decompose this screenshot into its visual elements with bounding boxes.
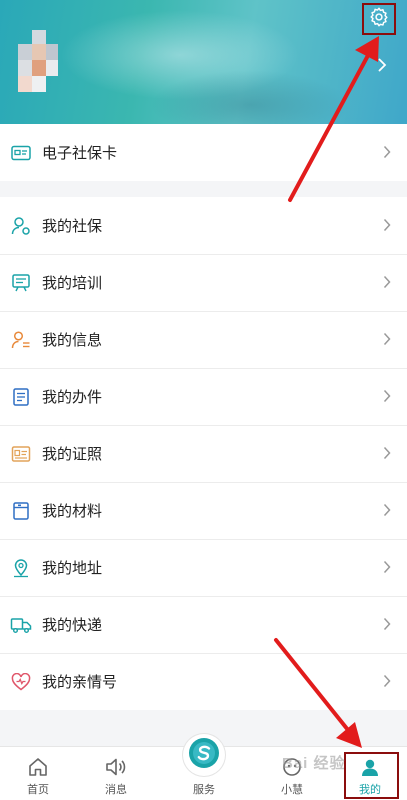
chevron-right-icon (383, 617, 391, 636)
menu-item-label: 我的社保 (42, 218, 103, 235)
menu-item-address[interactable]: 我的地址 (0, 539, 407, 596)
document-icon (10, 386, 32, 408)
location-icon (10, 557, 32, 579)
service-logo-icon (188, 737, 220, 774)
card-section: 电子社保卡 (0, 124, 407, 181)
menu-item-materials[interactable]: 我的材料 (0, 482, 407, 539)
chevron-right-icon (383, 446, 391, 465)
menu-item-label: 电子社保卡 (42, 145, 118, 162)
folder-icon (10, 500, 32, 522)
menu-item-social-security[interactable]: 我的社保 (0, 197, 407, 254)
tab-messages[interactable]: 消息 (86, 747, 146, 800)
chevron-right-icon[interactable] (378, 58, 387, 77)
card-icon (10, 142, 32, 164)
menu-item-family-number[interactable]: 我的亲情号 (0, 653, 407, 710)
person-badge-icon (10, 215, 32, 237)
chevron-right-icon (383, 503, 391, 522)
chevron-right-icon (383, 674, 391, 693)
menu-item-express[interactable]: 我的快递 (0, 596, 407, 653)
chevron-right-icon (383, 332, 391, 351)
menu-item-social-card[interactable]: 电子社保卡 (0, 124, 407, 181)
speaker-icon (104, 755, 128, 779)
chevron-right-icon (383, 218, 391, 237)
menu-item-label: 我的办件 (42, 389, 103, 406)
tab-label: 消息 (105, 784, 127, 796)
watermark: Bai 经验 (282, 755, 346, 772)
chevron-right-icon (383, 275, 391, 294)
chevron-right-icon (383, 389, 391, 408)
id-card-icon (10, 443, 32, 465)
menu-item-training[interactable]: 我的培训 (0, 254, 407, 311)
menu-item-info[interactable]: 我的信息 (0, 311, 407, 368)
home-icon (27, 755, 49, 779)
truck-icon (10, 614, 32, 636)
menu-item-cases[interactable]: 我的办件 (0, 368, 407, 425)
menu-item-label: 我的培训 (42, 275, 103, 292)
tab-label: 小慧 (281, 784, 303, 796)
menu-item-label: 我的证照 (42, 446, 103, 463)
menu-item-label: 我的材料 (42, 503, 103, 520)
heart-icon (10, 671, 32, 693)
person-list-icon (10, 329, 32, 351)
chevron-right-icon (383, 560, 391, 579)
tab-label: 首页 (27, 784, 49, 796)
menu-item-label: 我的快递 (42, 617, 103, 634)
chevron-right-icon (383, 145, 391, 164)
tab-home[interactable]: 首页 (8, 747, 68, 800)
menu-item-label: 我的地址 (42, 560, 103, 577)
service-logo-button[interactable] (183, 734, 225, 776)
avatar[interactable] (14, 30, 58, 92)
settings-button[interactable] (362, 3, 396, 35)
tab-label: 服务 (193, 784, 215, 796)
profile-header[interactable] (0, 0, 407, 124)
my-menu-list: 我的社保 我的培训 我的信息 我的办件 我的证照 我的材料 我的地址 我的快递 … (0, 197, 407, 710)
gear-icon (368, 6, 390, 33)
menu-item-licenses[interactable]: 我的证照 (0, 425, 407, 482)
menu-item-label: 我的亲情号 (42, 674, 118, 691)
annotation-box-mine (344, 752, 399, 799)
training-board-icon (10, 272, 32, 294)
menu-item-label: 我的信息 (42, 332, 103, 349)
